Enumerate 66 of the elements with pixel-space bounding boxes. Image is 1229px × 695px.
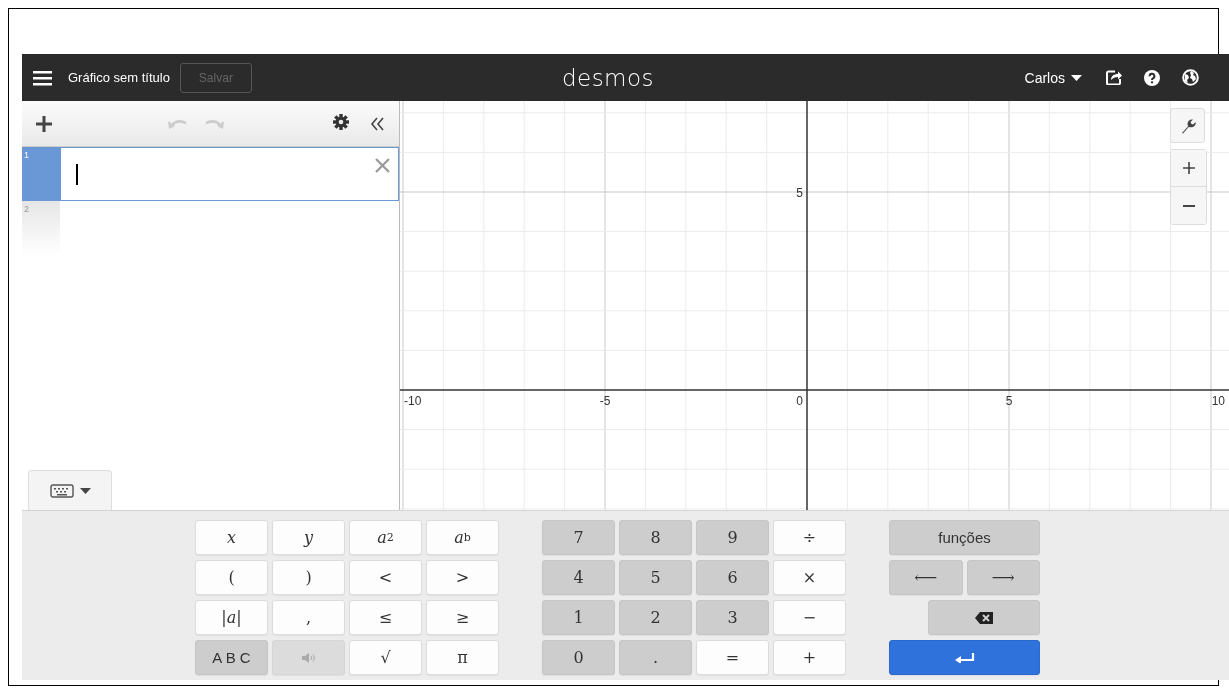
key[interactable]: a$^{b}$ xyxy=(426,520,499,555)
key[interactable]: y xyxy=(272,520,345,555)
backspace-key[interactable] xyxy=(928,600,1040,635)
axis-label: -10 xyxy=(404,394,422,408)
help-icon[interactable] xyxy=(1144,69,1160,86)
graph-settings-button[interactable] xyxy=(1170,108,1205,143)
key[interactable]: × xyxy=(773,560,846,595)
logo: desmos xyxy=(561,64,655,91)
axis-label: 5 xyxy=(796,186,803,200)
key[interactable]: ÷ xyxy=(773,520,846,555)
globe-icon[interactable] xyxy=(1182,69,1199,86)
key[interactable]: √ xyxy=(349,640,422,675)
key[interactable]: ≥ xyxy=(426,600,499,635)
key[interactable]: ( xyxy=(195,560,268,595)
user-name[interactable]: Carlos xyxy=(1024,69,1065,86)
key[interactable]: 1 xyxy=(542,600,615,635)
axis-label: 5 xyxy=(1005,394,1013,408)
key[interactable]: 6 xyxy=(696,560,769,595)
keypad-toggle[interactable] xyxy=(28,470,112,510)
key[interactable]: − xyxy=(773,600,846,635)
key[interactable]: 0 xyxy=(542,640,615,675)
settings-icon[interactable] xyxy=(333,113,349,130)
key[interactable]: x xyxy=(195,520,268,555)
speaker-icon xyxy=(301,652,316,663)
key[interactable]: 7 xyxy=(542,520,615,555)
key[interactable]: 5 xyxy=(619,560,692,595)
axis-label: -5 xyxy=(599,394,611,408)
axis-label: 10 xyxy=(1211,394,1225,408)
caret-icon xyxy=(1071,74,1082,81)
key[interactable]: π xyxy=(426,640,499,675)
plus-icon xyxy=(1182,162,1195,174)
key[interactable]: 3 xyxy=(696,600,769,635)
graph-title[interactable]: Gráfico sem título xyxy=(68,70,170,85)
backspace-icon xyxy=(975,611,993,624)
key[interactable]: A B C xyxy=(195,640,268,675)
key[interactable]: 8 xyxy=(619,520,692,555)
key[interactable]: 9 xyxy=(696,520,769,555)
delete-icon[interactable] xyxy=(375,158,390,173)
caret-icon xyxy=(79,487,91,494)
menu-icon[interactable] xyxy=(33,69,52,86)
key[interactable]: ≤ xyxy=(349,600,422,635)
add-icon[interactable] xyxy=(36,115,52,132)
zoom-in-button[interactable] xyxy=(1171,150,1206,187)
key[interactable]: , xyxy=(272,600,345,635)
key[interactable]: > xyxy=(426,560,499,595)
keyboard-icon xyxy=(49,483,74,498)
collapse-icon[interactable] xyxy=(369,115,385,132)
key[interactable]: 4 xyxy=(542,560,615,595)
key[interactable]: ) xyxy=(272,560,345,595)
key[interactable]: funções xyxy=(889,520,1040,555)
key[interactable]: . xyxy=(619,640,692,675)
key[interactable]: + xyxy=(773,640,846,675)
wrench-icon xyxy=(1179,117,1196,134)
key[interactable]: ⟶ xyxy=(966,560,1040,595)
expression-input[interactable] xyxy=(60,147,399,201)
key[interactable]: = xyxy=(696,640,769,675)
line-number: 1 xyxy=(22,147,60,201)
key[interactable]: 2 xyxy=(619,600,692,635)
enter-icon xyxy=(954,652,975,663)
key[interactable]: < xyxy=(349,560,422,595)
share-icon[interactable] xyxy=(1106,70,1122,85)
key[interactable]: ⟵ xyxy=(889,560,963,595)
axis-label: 0 xyxy=(796,394,803,408)
minus-icon xyxy=(1182,204,1195,207)
key[interactable]: |a| xyxy=(195,600,268,635)
key[interactable]: a$^{2}$ xyxy=(349,520,422,555)
